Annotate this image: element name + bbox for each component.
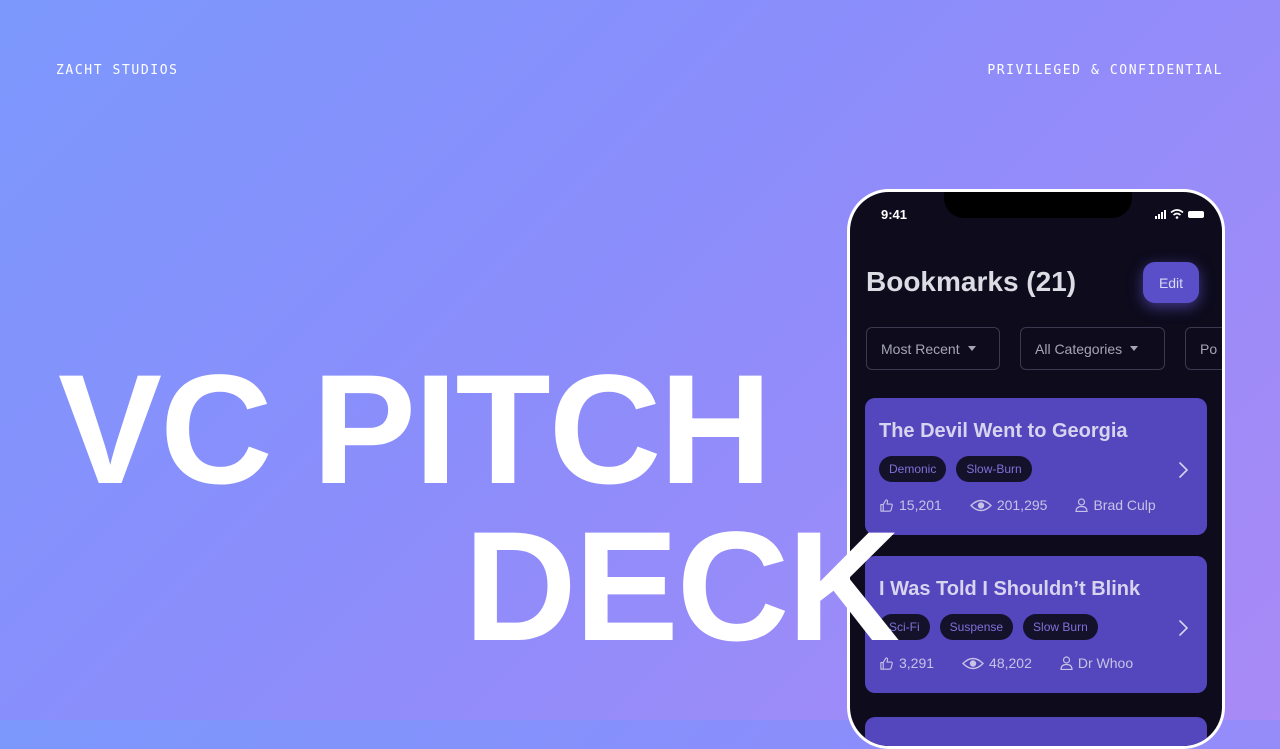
status-icons: [1155, 209, 1204, 219]
page-title: Bookmarks (21): [866, 266, 1077, 297]
views-count: 48,202: [989, 655, 1032, 671]
author: Dr Whoo: [1060, 655, 1133, 671]
signal-icon: [1155, 209, 1166, 219]
filter-third[interactable]: Po: [1185, 327, 1222, 370]
eye-icon: [962, 657, 985, 669]
bookmark-card[interactable]: [865, 717, 1207, 746]
caret-down-icon: [1130, 346, 1139, 351]
author-name: Brad Culp: [1093, 497, 1156, 513]
eye-icon: [969, 499, 992, 511]
title-line-2: DECK: [464, 500, 900, 674]
card-title: I Was Told I Shouldn’t Blink: [879, 578, 1141, 600]
confidential-label: PRIVILEGED & CONFIDENTIAL: [987, 63, 1223, 78]
user-icon: [1075, 498, 1089, 512]
filter-third-label: Po: [1200, 340, 1218, 357]
author-name: Dr Whoo: [1077, 655, 1134, 671]
filter-sort-label: Most Recent: [881, 340, 960, 357]
likes-count: 15,201: [899, 497, 942, 513]
chevron-right-icon[interactable]: [1175, 618, 1191, 638]
tag[interactable]: Suspense: [939, 614, 1014, 640]
views: 201,295: [969, 497, 1048, 513]
phone-mockup: 9:41 Bookmarks (21) Edit Most Recent All…: [847, 189, 1225, 749]
tag[interactable]: Slow Burn: [1023, 614, 1098, 640]
bookmark-card[interactable]: The Devil Went to Georgia Demonic Slow-B…: [865, 398, 1207, 535]
filter-category[interactable]: All Categories: [1020, 327, 1165, 370]
author: Brad Culp: [1075, 497, 1156, 513]
likes-count: 3,291: [899, 655, 935, 671]
status-time: 9:41: [881, 207, 908, 222]
caret-down-icon: [967, 346, 976, 351]
views: 48,202: [962, 655, 1032, 671]
title-line-1: VC PITCH: [58, 343, 772, 517]
card-meta: 3,291 48,202 Dr Whoo: [879, 655, 1133, 671]
views-count: 201,295: [996, 497, 1048, 513]
filter-sort[interactable]: Most Recent: [866, 327, 1000, 370]
card-meta: 15,201 201,295 Brad Culp: [879, 497, 1156, 513]
edit-button[interactable]: Edit: [1143, 262, 1199, 303]
phone-notch: [944, 192, 1132, 218]
bookmark-card[interactable]: I Was Told I Shouldn’t Blink Sci-Fi Susp…: [865, 556, 1207, 693]
tag[interactable]: Slow-Burn: [956, 456, 1032, 482]
chevron-right-icon[interactable]: [1175, 460, 1191, 480]
filter-category-label: All Categories: [1035, 340, 1123, 357]
card-title: The Devil Went to Georgia: [879, 420, 1128, 442]
wifi-icon: [1170, 209, 1184, 219]
brand-label: ZACHT STUDIOS: [56, 63, 179, 78]
battery-icon: [1188, 210, 1204, 218]
user-icon: [1060, 656, 1073, 670]
tag[interactable]: Demonic: [879, 456, 947, 482]
card-tags: Sci-Fi Suspense Slow Burn: [879, 614, 1098, 640]
card-tags: Demonic Slow-Burn: [879, 456, 1032, 482]
